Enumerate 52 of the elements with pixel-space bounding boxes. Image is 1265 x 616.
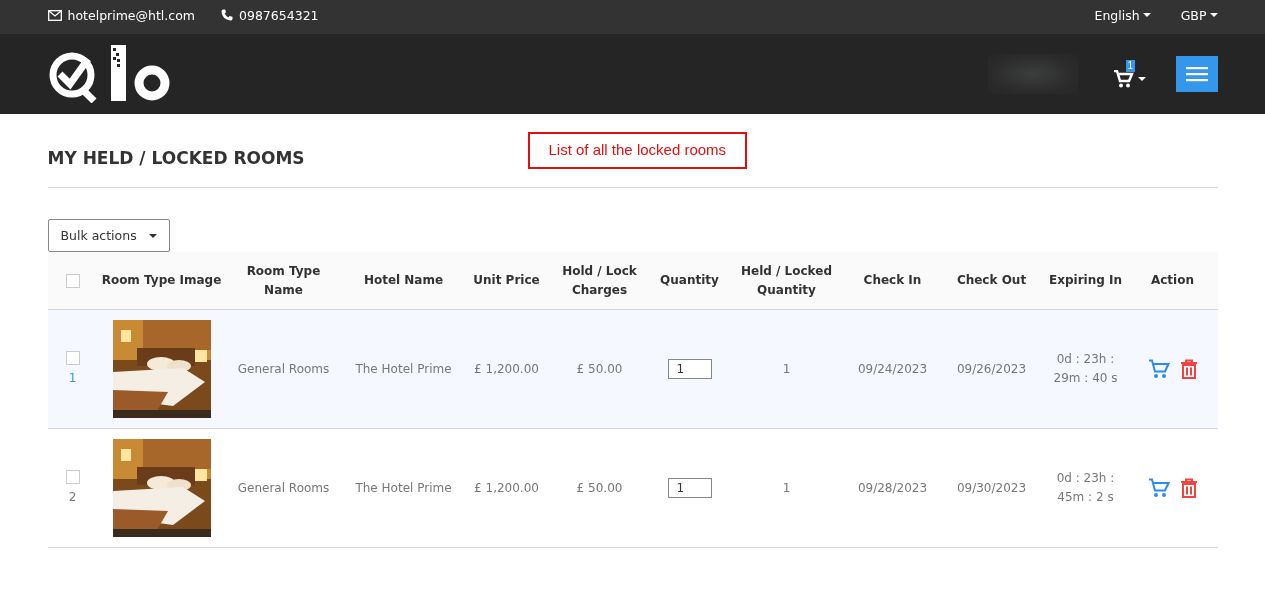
row-checkbox[interactable] [65,350,80,365]
column-header: Unit Price [473,272,540,289]
table-cell-text: General Rooms [237,479,330,497]
table-cell-text: 0d : 23h : 45m : 2 s [1055,470,1116,506]
phone-icon [221,9,233,21]
table-cell-text: The Hotel Prime [355,479,452,497]
select-all-checkbox[interactable] [65,273,80,288]
table-cell-text: 09/24/2023 [857,360,928,378]
email-text: hotelprime@htl.com [67,7,195,23]
column-header: Quantity [660,272,719,289]
column-header: Room Type Image [101,272,222,289]
quantity-field[interactable]: 1 [667,478,712,498]
table-cell-text: 09/28/2023 [857,479,928,497]
column-header: Hotel Name [363,272,444,289]
delete-icon[interactable] [1179,478,1198,498]
cart-icon [1113,70,1134,88]
page-title: MY HELD / LOCKED ROOMS [47,148,306,168]
column-header: Action [1150,272,1194,289]
menu-icon [1185,66,1208,82]
column-header: Hold / Lock Charges [561,262,638,299]
column-header: Check In [863,272,922,289]
table-cell-text: 09/30/2023 [956,479,1027,497]
add-to-cart-icon[interactable] [1147,359,1170,379]
table-cell-text: £ 50.00 [576,360,623,378]
logo-drawing[interactable] [47,45,170,103]
add-to-cart-icon[interactable] [1147,478,1170,498]
delete-icon[interactable] [1179,359,1198,379]
table-cell-text: £ 1,200.00 [474,479,539,497]
table-cell-text: 09/26/2023 [956,360,1027,378]
column-header: Expiring In [1049,272,1122,289]
language-dropdown[interactable]: English [1094,7,1151,23]
bulk-actions-dropdown[interactable]: Bulk actions [47,219,170,252]
table-cell-text: £ 1,200.00 [474,360,539,378]
table-cell-text: 1 [782,360,791,378]
currency-dropdown[interactable]: GBP [1180,7,1218,23]
cart-count-badge: 1 [1125,60,1136,72]
quantity-field[interactable]: 1 [667,359,712,379]
row-number: 1 [68,369,77,387]
row-checkbox[interactable] [65,469,80,484]
table-cell-text: General Rooms [237,360,330,378]
row-number: 2 [68,488,77,506]
table-cell-text: The Hotel Prime [355,360,452,378]
table-cell-text: 1 [782,479,791,497]
column-header: Check Out [956,272,1027,289]
phone-text: 0987654321 [239,7,319,23]
table-cell-text: £ 50.00 [576,479,623,497]
column-header: Room Type Name [245,262,322,299]
column-header: Held / Locked Quantity [740,262,833,299]
menu-button[interactable] [1175,56,1218,92]
table-cell-text: 0d : 23h : 29m : 40 s [1052,351,1119,387]
mail-icon [47,9,62,21]
annotation-callout: List of all the locked rooms [527,132,748,169]
